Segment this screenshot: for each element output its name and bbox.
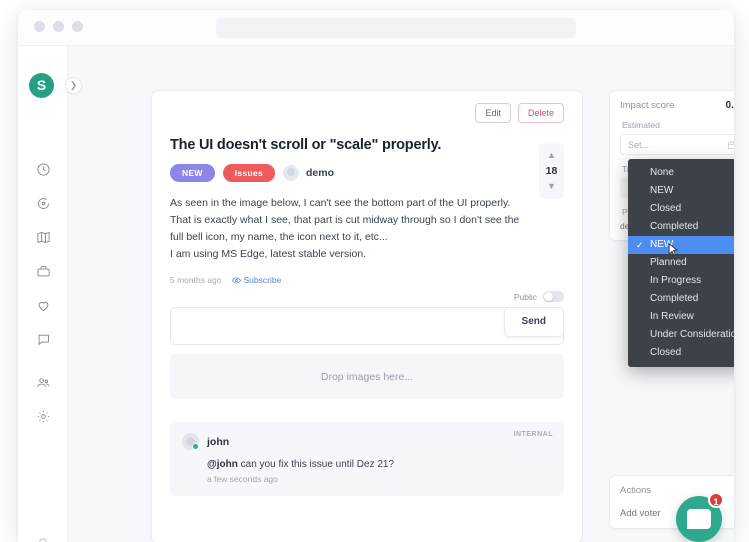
sidebar-item-notifications[interactable] bbox=[18, 530, 68, 542]
page-title: The UI doesn't scroll or "scale" properl… bbox=[170, 137, 442, 153]
status-option-closed[interactable]: Closed bbox=[628, 200, 734, 218]
close-dot[interactable] bbox=[34, 21, 45, 32]
app-viewport: S ❯ Edit Delete The UI doesn't scroll or… bbox=[18, 46, 734, 542]
author-name: demo bbox=[306, 167, 335, 179]
sidebar-item-users[interactable] bbox=[18, 365, 68, 399]
public-toggle[interactable] bbox=[543, 291, 564, 302]
image-dropzone[interactable]: Drop images here... bbox=[170, 354, 564, 399]
address-bar[interactable] bbox=[216, 18, 576, 38]
chevron-right-icon[interactable]: ❯ bbox=[65, 77, 82, 94]
chevron-up-icon[interactable]: ▲ bbox=[539, 150, 564, 161]
comment-item: INTERNAL john @john can you fix this iss… bbox=[170, 422, 564, 496]
eye-icon bbox=[231, 276, 241, 284]
chevron-down-icon[interactable]: ▼ bbox=[539, 181, 564, 192]
screenshot-root: S ❯ Edit Delete The UI doesn't scroll or… bbox=[0, 0, 749, 542]
history-clock-icon bbox=[36, 162, 50, 176]
maximize-dot[interactable] bbox=[72, 21, 83, 32]
status-option-new[interactable]: NEW bbox=[628, 236, 734, 254]
notification-bell-icon bbox=[39, 538, 47, 542]
estimated-value: Set... bbox=[628, 139, 650, 150]
comment-header: john bbox=[182, 433, 552, 450]
online-status-icon bbox=[192, 443, 199, 450]
status-option-in-progress[interactable]: In Progress bbox=[628, 272, 734, 290]
avatar bbox=[283, 165, 299, 181]
browser-titlebar bbox=[18, 10, 734, 46]
comment-timestamp: a few seconds ago bbox=[207, 474, 278, 484]
subscribe-label: Subscribe bbox=[243, 275, 282, 285]
settings-gear-icon bbox=[37, 410, 49, 422]
status-option-none[interactable]: None bbox=[628, 164, 734, 182]
post-author: demo bbox=[283, 165, 334, 181]
public-toggle-row: Public bbox=[170, 291, 564, 302]
sidebar-item-changelog[interactable] bbox=[18, 254, 68, 288]
actions-title: Actions bbox=[620, 485, 652, 496]
support-chat-button[interactable]: 1 bbox=[676, 492, 724, 542]
board-badge[interactable]: Issues bbox=[222, 164, 275, 182]
sidebar-item-messages[interactable] bbox=[18, 322, 68, 356]
estimated-input[interactable]: Set... bbox=[620, 134, 734, 155]
send-button[interactable]: Send bbox=[503, 307, 564, 337]
post-card: Edit Delete The UI doesn't scroll or "sc… bbox=[152, 91, 582, 542]
comment-text: @john can you fix this issue until Dez 2… bbox=[207, 459, 552, 470]
messages-bubble-icon bbox=[38, 334, 49, 346]
post-footer: 5 months ago Subscribe bbox=[170, 275, 564, 285]
content-area: Edit Delete The UI doesn't scroll or "sc… bbox=[68, 46, 734, 542]
roadmap-map-icon bbox=[36, 231, 50, 243]
comment-mention[interactable]: @john bbox=[207, 459, 238, 470]
status-option-in-review[interactable]: In Review bbox=[628, 308, 734, 326]
impact-score-label: Impact score bbox=[620, 100, 675, 111]
users-group-icon bbox=[36, 377, 50, 387]
post-card-actions: Edit Delete bbox=[170, 103, 564, 123]
delete-button[interactable]: Delete bbox=[517, 103, 564, 123]
reply-input-wrapper[interactable]: Send bbox=[170, 307, 564, 345]
sidebar-item-roadmap[interactable] bbox=[18, 220, 68, 254]
minimize-dot[interactable] bbox=[53, 21, 64, 32]
mouse-cursor-icon bbox=[668, 243, 679, 256]
comment-author: john bbox=[207, 435, 230, 448]
dropzone-label: Drop images here... bbox=[320, 370, 414, 383]
status-badge[interactable]: NEW bbox=[170, 164, 215, 182]
avatar bbox=[182, 433, 199, 450]
sidebar-item-settings[interactable] bbox=[18, 399, 68, 433]
satisfaction-heart-icon bbox=[38, 301, 48, 311]
estimated-field: Estimated Set... bbox=[620, 120, 734, 155]
status-option-completed[interactable]: Completed bbox=[628, 290, 734, 308]
vote-widget[interactable]: ▲ 18 ▼ bbox=[539, 143, 564, 199]
subscribe-button[interactable]: Subscribe bbox=[231, 275, 282, 285]
internal-badge: INTERNAL bbox=[513, 431, 553, 438]
status-option-closed[interactable]: Closed bbox=[628, 344, 734, 362]
window-controls[interactable] bbox=[34, 21, 83, 32]
left-sidebar: S ❯ bbox=[18, 46, 82, 542]
support-badge: 1 bbox=[708, 492, 724, 508]
sidebar-nav bbox=[18, 152, 68, 433]
status-option-completed[interactable]: Completed bbox=[628, 218, 734, 236]
status-option-under-consideration[interactable]: Under Consideration bbox=[628, 326, 734, 344]
status-option-new[interactable]: NEW bbox=[628, 182, 734, 200]
post-meta: NEW Issues demo bbox=[170, 164, 564, 182]
sidebar-item-feedback[interactable] bbox=[18, 186, 68, 220]
vote-count: 18 bbox=[545, 165, 558, 177]
support-chat-icon bbox=[687, 509, 711, 529]
changelog-briefcase-icon bbox=[36, 265, 50, 276]
post-body: As seen in the image below, I can't see … bbox=[170, 197, 520, 260]
post-timestamp: 5 months ago bbox=[170, 275, 222, 285]
edit-button[interactable]: Edit bbox=[475, 103, 511, 123]
status-dropdown-menu[interactable]: NoneNEWClosedCompletedNEWPlannedIn Progr… bbox=[628, 159, 734, 367]
estimated-label: Estimated bbox=[622, 120, 660, 130]
status-option-planned[interactable]: Planned bbox=[628, 254, 734, 272]
feedback-chat-icon bbox=[37, 197, 49, 209]
impact-score-value: 0.07 bbox=[725, 100, 734, 111]
impact-score-row: Impact score 0.07 bbox=[620, 100, 734, 111]
calendar-icon bbox=[727, 140, 734, 149]
comment-body: can you fix this issue until Dez 21? bbox=[237, 459, 395, 470]
public-toggle-label: Public bbox=[513, 291, 537, 302]
browser-window: S ❯ Edit Delete The UI doesn't scroll or… bbox=[18, 10, 734, 542]
sidebar-item-history[interactable] bbox=[18, 152, 68, 186]
app-logo[interactable]: S bbox=[29, 73, 54, 98]
sidebar-item-satisfaction[interactable] bbox=[18, 288, 68, 322]
